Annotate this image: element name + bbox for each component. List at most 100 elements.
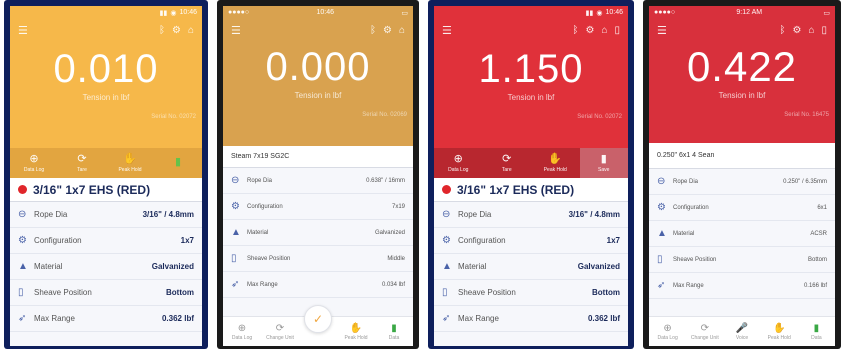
lock-icon[interactable]: ⌂	[399, 25, 405, 36]
hamburger-icon[interactable]: ☰	[18, 24, 28, 37]
hamburger-icon[interactable]: ☰	[231, 24, 241, 37]
range-icon: ➶	[18, 313, 27, 324]
header-icon-row: ☰ ᛒ ⚙ ⌂	[223, 19, 413, 41]
tare-button[interactable]: ⟳ Tare	[483, 148, 532, 178]
rope-color-dot	[18, 185, 27, 194]
rope-details: ⊖ Rope Dia 3/16" / 4.8mm ⚙ Configuration 1x7…	[10, 202, 202, 332]
change-unit-icon: ⟳	[700, 322, 709, 334]
tab-change-unit[interactable]: ⟳ Change Unit	[686, 317, 723, 346]
tare-button[interactable]: ⟳ Tare	[58, 148, 106, 178]
phone-4: ●●●●○ 9:12 AM ▭ ☰ ᛒ ⚙ ⌂ ▯ 0.422 Tension …	[643, 0, 841, 349]
header-icons: ᛒ ⚙ ⌂ ▯	[572, 25, 620, 36]
range-icon: ➶	[442, 313, 451, 324]
sheave-position-icon: ▯	[18, 287, 24, 298]
microphone-icon: 🎤	[735, 322, 749, 334]
material-icon: ▲	[442, 261, 452, 272]
tension-reading: 0.010	[53, 47, 159, 91]
configuration-gear-icon: ⚙	[657, 202, 666, 213]
settings-icon[interactable]: ⚙	[172, 25, 181, 36]
tension-reading: 1.150	[478, 47, 584, 91]
configuration-gear-icon: ⚙	[18, 235, 27, 246]
rope-title[interactable]: 3/16" 1x7 EHS (RED)	[434, 178, 628, 202]
tab-voice[interactable]: 🎤 Voice	[723, 317, 760, 346]
serial-number: Serial No. 02072	[151, 114, 196, 120]
detail-row-material: ▲ Material Galvanized	[223, 220, 413, 246]
bluetooth-icon[interactable]: ᛒ	[370, 25, 376, 36]
phone-3: ▮▮ ◉ 10:46 ☰ ᛒ ⚙ ⌂ ▯ 1.150 Tension in lb…	[428, 0, 634, 349]
checkmark-icon: ✓	[312, 312, 324, 326]
bluetooth-icon[interactable]: ᛒ	[572, 25, 578, 36]
data-log-button[interactable]: ⊕ Data Log	[434, 148, 483, 178]
check-fab-button[interactable]: ✓	[304, 305, 332, 333]
rope-diameter-icon: ⊖	[442, 209, 451, 220]
phone-1-header: ▮▮ ◉ 10:46 ☰ ᛒ ⚙ ⌂ 0.010 Tension in lbf …	[10, 6, 202, 178]
detail-row-material: ▲ Material Galvanized	[10, 254, 202, 280]
battery-header-icon[interactable]: ▯	[614, 25, 620, 36]
rope-title[interactable]: 0.250" 6x1 4 Sean	[649, 143, 835, 169]
tab-change-unit[interactable]: ⟳ Change Unit	[261, 317, 299, 346]
bottom-tab-bar: ⊕ Data Log ⟳ Change Unit 🎤 Voice ✋ Peak Hold…	[649, 316, 835, 346]
phone-3-header: ▮▮ ◉ 10:46 ☰ ᛒ ⚙ ⌂ ▯ 1.150 Tension in lb…	[434, 6, 628, 178]
phone-1: ▮▮ ◉ 10:46 ☰ ᛒ ⚙ ⌂ 0.010 Tension in lbf …	[4, 0, 208, 349]
tab-data[interactable]: ▮ Data	[375, 317, 413, 346]
header-icons: ᛒ ⚙ ⌂	[159, 25, 194, 36]
configuration-gear-icon: ⚙	[442, 235, 451, 246]
rope-details: ⊖ Rope Dia 3/16" / 4.8mm ⚙ Configuration 1x7…	[434, 202, 628, 332]
settings-icon[interactable]: ⚙	[792, 25, 801, 36]
detail-row-max-range: ➶ Max Range 0.362 lbf	[434, 306, 628, 332]
rope-title[interactable]: Steam 7x19 SG2C	[223, 146, 413, 168]
status-bar: ●●●●○ 9:12 AM ▭	[649, 6, 835, 19]
battery-icon: ▮	[174, 156, 182, 168]
detail-row-configuration: ⚙ Configuration 6x1	[649, 195, 835, 221]
hand-icon: ✋	[349, 322, 363, 334]
rope-title[interactable]: 3/16" 1x7 EHS (RED)	[10, 178, 202, 202]
serial-number: Serial No. 02069	[362, 112, 407, 118]
header-icon-row: ☰ ᛒ ⚙ ⌂ ▯	[649, 19, 835, 41]
action-bar: ⊕ Data Log ⟳ Tare ✋ Peak Hold ▮ Save	[434, 148, 628, 178]
phone-1-screen: ▮▮ ◉ 10:46 ☰ ᛒ ⚙ ⌂ 0.010 Tension in lbf …	[10, 6, 202, 346]
tab-data-log[interactable]: ⊕ Data Log	[223, 317, 261, 346]
battery-header-icon[interactable]: ▯	[821, 25, 827, 36]
lock-icon[interactable]: ⌂	[601, 25, 607, 36]
tab-peak-hold[interactable]: ✋ Peak Hold	[761, 317, 798, 346]
data-log-icon: ⊕	[663, 322, 672, 334]
tab-data-log[interactable]: ⊕ Data Log	[649, 317, 686, 346]
hamburger-icon[interactable]: ☰	[442, 24, 452, 37]
detail-row-max-range: ➶ Max Range 0.362 lbf	[10, 306, 202, 332]
hand-icon: ✋	[123, 153, 137, 165]
tab-peak-hold[interactable]: ✋ Peak Hold	[337, 317, 375, 346]
tare-icon: ⟳	[77, 153, 87, 165]
save-button[interactable]: ▮ Save	[579, 148, 628, 178]
bluetooth-icon[interactable]: ᛒ	[159, 25, 165, 36]
lock-icon[interactable]: ⌂	[808, 25, 814, 36]
status-time: 9:12 AM	[736, 9, 763, 16]
lock-icon[interactable]: ⌂	[188, 25, 194, 36]
detail-row-rope-dia: ⊖ Rope Dia 0.638" / 16mm	[223, 168, 413, 194]
battery-status-icon: ▭	[823, 9, 830, 17]
peak-hold-button[interactable]: ✋ Peak Hold	[531, 148, 580, 178]
battery-button[interactable]: ▮	[154, 148, 202, 178]
hamburger-icon[interactable]: ☰	[657, 24, 667, 37]
status-time: 10:46	[179, 9, 197, 16]
rope-title-text: Steam 7x19 SG2C	[231, 153, 290, 160]
settings-icon[interactable]: ⚙	[585, 25, 594, 36]
rope-title-text: 3/16" 1x7 EHS (RED)	[457, 182, 575, 197]
material-icon: ▲	[18, 261, 28, 272]
data-log-button[interactable]: ⊕ Data Log	[10, 148, 58, 178]
bluetooth-icon[interactable]: ᛒ	[779, 25, 785, 36]
rope-diameter-icon: ⊖	[657, 176, 666, 187]
settings-icon[interactable]: ⚙	[383, 25, 392, 36]
wifi-icon: ◉	[596, 9, 603, 17]
detail-row-sheave-position: ▯ Sheave Position Bottom	[434, 280, 628, 306]
battery-icon: ▮	[600, 153, 607, 165]
header-icon-row: ☰ ᛒ ⚙ ⌂	[10, 19, 202, 41]
detail-row-material: ▲ Material Galvanized	[434, 254, 628, 280]
detail-row-sheave-position: ▯ Sheave Position Bottom	[10, 280, 202, 306]
tab-data[interactable]: ▮ Data	[798, 317, 835, 346]
data-log-icon: ⊕	[29, 153, 39, 165]
peak-hold-button[interactable]: ✋ Peak Hold	[106, 148, 154, 178]
battery-icon: ▮	[813, 322, 820, 334]
bottom-tab-bar: ✓ ⊕ Data Log ⟳ Change Unit ✋ Peak Hold ▮ Dat…	[223, 305, 413, 346]
detail-row-configuration: ⚙ Configuration 1x7	[434, 228, 628, 254]
rope-details: ⊖ Rope Dia 0.638" / 16mm ⚙ Configuration 7x1…	[223, 168, 413, 298]
